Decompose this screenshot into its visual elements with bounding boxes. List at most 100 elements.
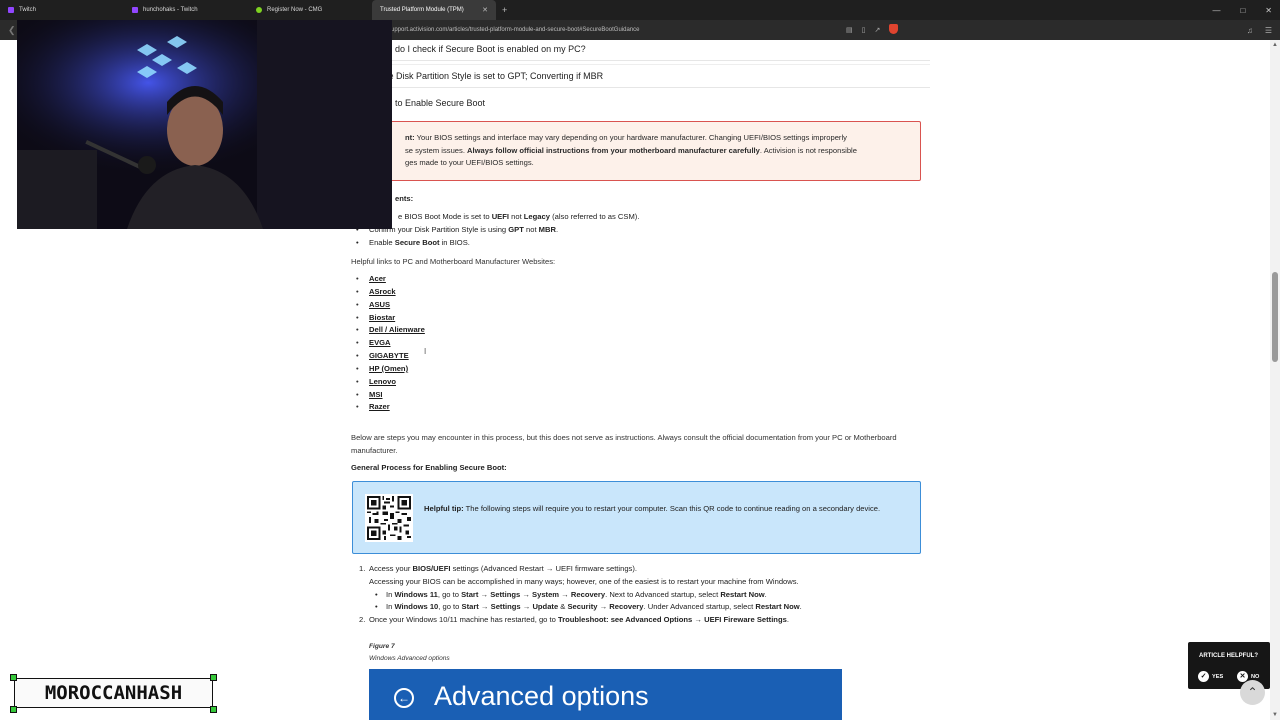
- address-bar-icons: ▤ ▯ ↗: [846, 24, 899, 36]
- b: Settings: [490, 589, 521, 599]
- arrow: →: [520, 602, 533, 612]
- scroll-to-top-button[interactable]: ⌃: [1240, 680, 1265, 705]
- link-lenovo[interactable]: Lenovo: [369, 377, 396, 386]
- warning-text: . Activision is not responsible: [759, 145, 857, 155]
- accordion-title: to Enable Secure Boot: [395, 98, 486, 108]
- requirements-title: ents:: [395, 194, 414, 203]
- streamer-watermark: MOROCCANHASH: [14, 678, 213, 708]
- b: System: [532, 589, 560, 599]
- b: Windows 10: [394, 602, 439, 612]
- streamer-webcam-image: [17, 20, 392, 229]
- page-scrollbar[interactable]: ▲ ▼: [1270, 40, 1280, 720]
- tab-title: hunchohaks - Twitch: [143, 7, 198, 13]
- list-item: Enable Secure Boot in BIOS.: [356, 236, 639, 249]
- qr-code-icon[interactable]: [365, 494, 413, 542]
- brave-shield-icon[interactable]: [889, 24, 899, 36]
- step-text: Access your: [369, 564, 413, 573]
- advanced-options-screenshot: ← Advanced options: [369, 669, 842, 720]
- link-biostar[interactable]: Biostar: [369, 313, 395, 322]
- b: Start: [461, 602, 479, 612]
- link-gigabyte[interactable]: GIGABYTE: [369, 351, 409, 360]
- browser-tab-bar: Twitch hunchohaks - Twitch Register Now …: [0, 0, 1280, 20]
- item-bold: Legacy: [523, 212, 550, 221]
- link-acer[interactable]: Acer: [369, 274, 386, 283]
- tab-tpm-article[interactable]: Trusted Platform Module (TPM) ✕: [372, 0, 496, 20]
- step-text: .: [786, 615, 789, 625]
- t: .: [764, 589, 767, 599]
- helpful-yes-button[interactable]: ✓ YES: [1198, 671, 1223, 682]
- webcam-overlay: [17, 20, 392, 229]
- warning-text: ges made to your UEFI/BIOS settings.: [405, 158, 534, 167]
- scrollbar-thumb[interactable]: [1272, 272, 1278, 362]
- item-bold: Secure Boot: [394, 238, 440, 247]
- url-field[interactable]: support.activision.com/articles/trusted-…: [388, 27, 639, 33]
- step-text: Once your Windows 10/11 machine has rest…: [369, 615, 558, 625]
- accordion-check-secure-boot[interactable]: do I check if Secure Boot is enabled on …: [344, 40, 930, 61]
- share-icon[interactable]: ↗: [874, 26, 880, 34]
- list-item: Dell / Alienware: [356, 324, 425, 337]
- steps-list: 1. Access your BIOS/UEFI settings (Advan…: [359, 563, 921, 627]
- article-helpful-question: ARTICLE HELPFUL?: [1199, 653, 1258, 659]
- scroll-up-icon[interactable]: ▲: [1272, 42, 1278, 48]
- no-label: NO: [1251, 673, 1260, 680]
- link-asrock[interactable]: ASrock: [369, 287, 396, 296]
- item-text: .: [555, 225, 559, 234]
- tab-title: Register Now - CMG: [267, 7, 323, 13]
- list-item: e BIOS Boot Mode is set to UEFI not Lega…: [356, 210, 639, 223]
- close-tab-icon[interactable]: ✕: [482, 6, 488, 14]
- close-window-icon[interactable]: ✕: [1265, 6, 1272, 15]
- new-tab-button[interactable]: +: [502, 5, 507, 15]
- list-item: EVGA: [356, 337, 425, 350]
- tab-twitch[interactable]: Twitch: [0, 0, 124, 20]
- window-controls: — □ ✕: [1212, 0, 1272, 20]
- watermark-corner: [210, 674, 217, 681]
- link-asus[interactable]: ASUS: [369, 300, 390, 309]
- maximize-icon[interactable]: □: [1240, 6, 1245, 15]
- bookmark-icon[interactable]: ▯: [862, 26, 866, 34]
- list-item: ASUS: [356, 299, 425, 312]
- link-razer[interactable]: Razer: [369, 402, 390, 411]
- minimize-icon[interactable]: —: [1212, 6, 1220, 15]
- windows-11-substep: In Windows 11, go to Start → Settings → …: [369, 589, 921, 602]
- accordion-enable-secure-boot[interactable]: to Enable Secure Boot: [344, 92, 930, 114]
- tip-text: Helpful tip: The following steps will re…: [424, 502, 894, 515]
- menu-icon[interactable]: ☰: [1265, 26, 1272, 35]
- step-number: 1.: [359, 564, 366, 573]
- accordion-title: irm the Disk Partition Style is set to G…: [366, 71, 604, 81]
- step-text: settings (Advanced Restart → UEFI firmwa…: [450, 564, 637, 573]
- reader-mode-icon[interactable]: ▤: [846, 26, 853, 34]
- step-number: 2.: [359, 615, 366, 625]
- link-hp-omen[interactable]: HP (Omen): [369, 364, 408, 373]
- text-cursor-icon: I: [424, 347, 427, 356]
- general-process-title: General Process for Enabling Secure Boot…: [351, 463, 507, 472]
- yes-label: YES: [1212, 673, 1224, 680]
- list-item: Razer: [356, 401, 425, 414]
- b: Restart Now: [720, 589, 765, 599]
- b: Windows 11: [394, 589, 438, 599]
- tab-hunchohaks[interactable]: hunchohaks - Twitch: [124, 0, 248, 20]
- b: Update: [532, 602, 559, 612]
- scroll-down-icon[interactable]: ▼: [1272, 712, 1278, 718]
- step-2: 2. Once your Windows 10/11 machine has r…: [359, 614, 921, 627]
- list-item: MSI: [356, 389, 425, 402]
- item-bold: MBR: [538, 225, 556, 234]
- back-arrow-icon[interactable]: ❮: [8, 25, 16, 36]
- link-msi[interactable]: MSI: [369, 390, 383, 399]
- windows-10-substep: In Windows 10, go to Start → Settings → …: [369, 601, 921, 614]
- helpful-tip-box: Helpful tip: The following steps will re…: [352, 481, 921, 554]
- link-dell-alienware[interactable]: Dell / Alienware: [369, 325, 425, 334]
- item-text: Enable: [369, 238, 395, 247]
- twitch-favicon-icon: [8, 7, 14, 13]
- item-text: not: [509, 212, 524, 221]
- music-icon[interactable]: ♫: [1247, 26, 1253, 35]
- tab-register-cmg[interactable]: Register Now - CMG: [248, 0, 372, 20]
- warning-label: nt:: [405, 133, 415, 142]
- b: Start: [461, 589, 479, 599]
- warning-text: Your BIOS settings and interface may var…: [414, 133, 847, 142]
- accordion-disk-partition[interactable]: irm the Disk Partition Style is set to G…: [344, 64, 930, 88]
- list-item: Acer: [356, 273, 425, 286]
- chevron-up-icon: ⌃: [1247, 685, 1258, 699]
- link-evga[interactable]: EVGA: [369, 338, 391, 347]
- step-bold: BIOS/UEFI: [412, 564, 451, 573]
- figure-label: Figure 7: [369, 643, 395, 650]
